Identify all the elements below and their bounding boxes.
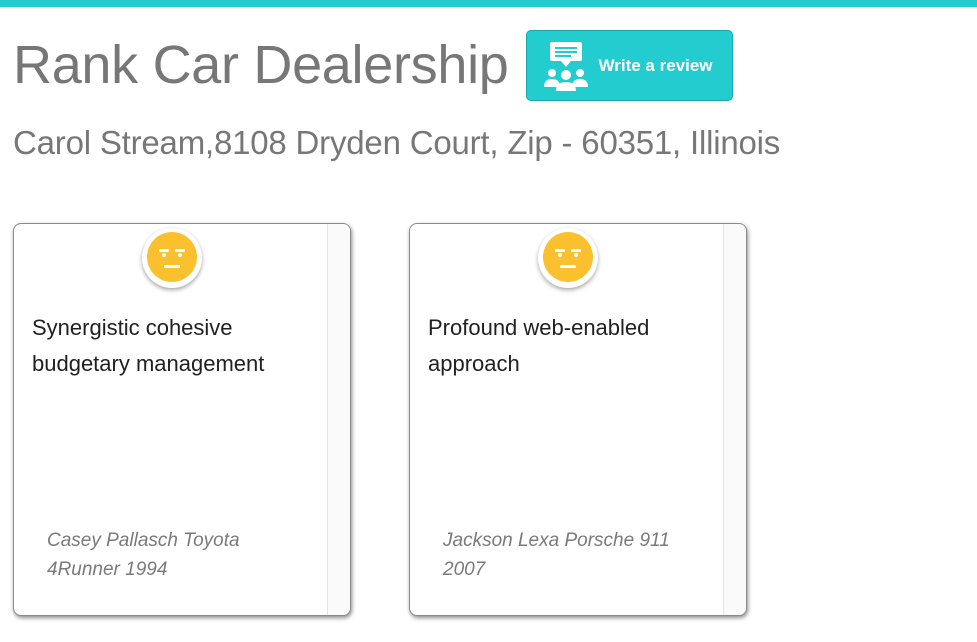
neutral-face-icon bbox=[538, 228, 598, 288]
card-scrollbar[interactable] bbox=[723, 224, 746, 615]
dealer-header: Rank Car Dealership Write a review bbox=[13, 28, 733, 101]
dealer-name: Rank Car Dealership bbox=[13, 34, 509, 95]
review-people-icon bbox=[541, 41, 591, 91]
review-author: Casey Pallasch Toyota 4Runner 1994 bbox=[47, 530, 240, 580]
write-review-button[interactable]: Write a review bbox=[525, 30, 733, 101]
review-title: Profound web-enabled approach bbox=[428, 315, 650, 376]
dealer-address: Carol Stream,8108 Dryden Court, Zip - 60… bbox=[13, 124, 781, 161]
neutral-face-icon bbox=[142, 228, 202, 288]
review-card: Synergistic cohesive budgetary managemen… bbox=[13, 223, 351, 616]
review-title: Synergistic cohesive budgetary managemen… bbox=[32, 315, 265, 376]
review-author: Jackson Lexa Porsche 911 2007 bbox=[443, 530, 670, 580]
write-review-label: Write a review bbox=[598, 55, 713, 75]
card-scrollbar[interactable] bbox=[327, 224, 350, 615]
review-card: Profound web-enabled approach Jackson Le… bbox=[409, 223, 747, 616]
top-accent-bar bbox=[0, 0, 977, 7]
